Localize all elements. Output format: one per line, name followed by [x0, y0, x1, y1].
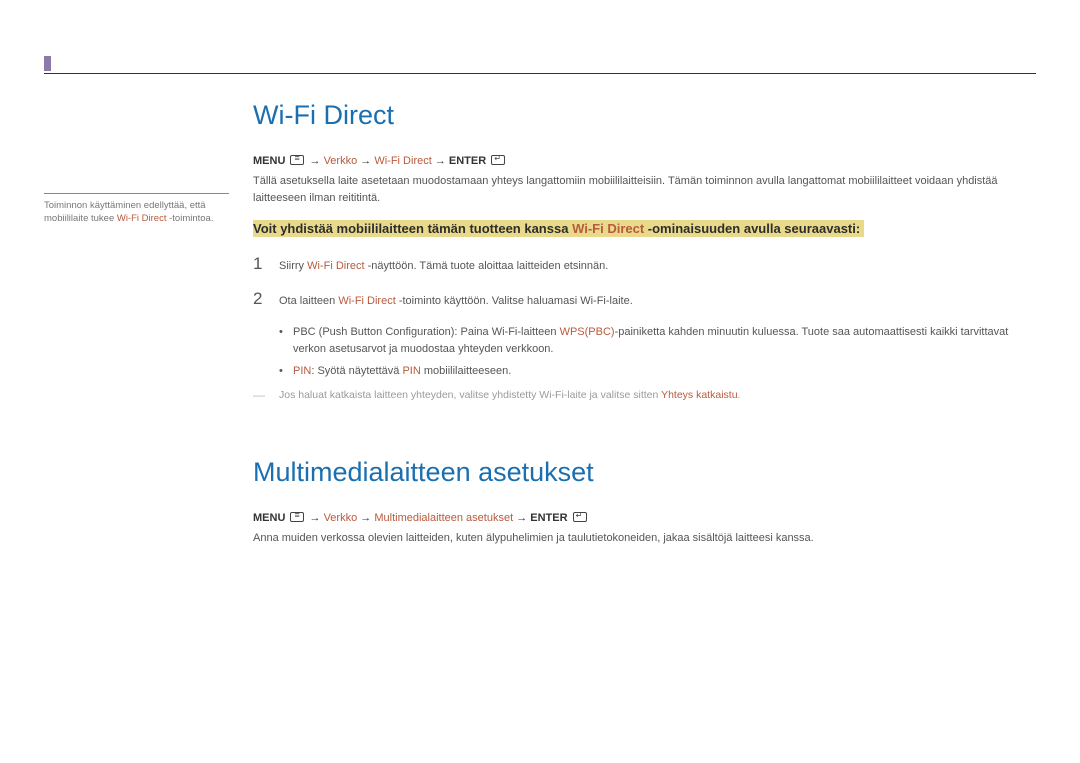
menu-path: MENU → Verkko → Wi-Fi Direct → ENTER: [253, 155, 1036, 167]
bullet-highlight: PIN: [293, 365, 311, 377]
footnote-body: Jos haluat katkaista laitteen yhteyden, …: [279, 388, 740, 404]
step-body: Siirry Wi-Fi Direct -näyttöön. Tämä tuot…: [279, 259, 608, 275]
footnote-highlight: Yhteys katkaistu: [661, 389, 737, 401]
path-segment: Verkko: [324, 512, 358, 524]
bullet-marker: •: [279, 363, 293, 380]
intro-paragraph: Anna muiden verkossa olevien laitteiden,…: [253, 530, 1036, 547]
step-item: 1 Siirry Wi-Fi Direct -näyttöön. Tämä tu…: [253, 254, 1036, 275]
section-multimedia-settings: Multimedialaitteen asetukset MENU → Verk…: [253, 457, 1036, 547]
sidebar-divider: [44, 193, 229, 194]
enter-icon: [491, 155, 505, 165]
bullet-text: : Syötä näytettävä: [311, 365, 402, 377]
step-number: 1: [253, 254, 279, 274]
menu-icon: [290, 155, 304, 165]
highlight-band: Voit yhdistää mobiililaitteen tämän tuot…: [253, 220, 864, 237]
top-divider: [44, 73, 1036, 74]
path-arrow: →: [360, 155, 374, 167]
path-menu-label: MENU: [253, 155, 285, 167]
path-arrow: →: [360, 512, 374, 524]
band-highlight: Wi-Fi Direct: [572, 221, 644, 236]
bullet-list: • PBC (Push Button Configuration): Paina…: [279, 324, 1036, 380]
sidebar-column: Toiminnon käyttäminen edellyttää, että m…: [44, 193, 229, 226]
bullet-text: mobiililaitteeseen.: [421, 365, 512, 377]
bullet-text: PBC (Push Button Configuration): Paina W…: [293, 326, 560, 338]
path-menu-label: MENU: [253, 512, 285, 524]
bullet-highlight: WPS(PBC): [560, 326, 615, 338]
footnote-text: Jos haluat katkaista laitteen yhteyden, …: [279, 389, 661, 401]
step-body: Ota laitteen Wi-Fi Direct -toiminto käyt…: [279, 294, 633, 310]
path-segment: Multimedialaitteen asetukset: [374, 512, 513, 524]
path-arrow: →: [435, 155, 449, 167]
main-column: Wi-Fi Direct MENU → Verkko → Wi-Fi Direc…: [253, 100, 1036, 561]
step-highlight: Wi-Fi Direct: [338, 295, 395, 307]
sidebar-note-suffix: -toimintoa.: [166, 213, 213, 224]
footnote-text: .: [738, 389, 741, 401]
band-text: Voit yhdistää mobiililaitteen tämän tuot…: [253, 221, 572, 236]
highlight-band-wrap: Voit yhdistää mobiililaitteen tämän tuot…: [253, 220, 1036, 238]
step-text: Ota laitteen: [279, 295, 338, 307]
section-title: Multimedialaitteen asetukset: [253, 457, 1036, 488]
sidebar-note-highlight: Wi-Fi Direct: [117, 213, 167, 224]
sidebar-note: Toiminnon käyttäminen edellyttää, että m…: [44, 199, 229, 226]
footnote-row: ― Jos haluat katkaista laitteen yhteyden…: [253, 388, 1036, 404]
path-segment: Verkko: [324, 155, 358, 167]
step-text: -toiminto käyttöön. Valitse haluamasi Wi…: [396, 295, 633, 307]
menu-icon: [290, 512, 304, 522]
step-highlight: Wi-Fi Direct: [307, 260, 364, 272]
bullet-body: PIN: Syötä näytettävä PIN mobiililaittee…: [293, 363, 511, 380]
step-text: Siirry: [279, 260, 307, 272]
band-text: -ominaisuuden avulla seuraavasti:: [644, 221, 860, 236]
path-arrow: →: [310, 512, 324, 524]
intro-paragraph: Tällä asetuksella laite asetetaan muodos…: [253, 173, 1036, 206]
path-arrow: →: [516, 512, 530, 524]
menu-path: MENU → Verkko → Multimedialaitteen asetu…: [253, 512, 1036, 524]
bullet-body: PBC (Push Button Configuration): Paina W…: [293, 324, 1036, 357]
step-text: -näyttöön. Tämä tuote aloittaa laitteide…: [365, 260, 609, 272]
step-list: 1 Siirry Wi-Fi Direct -näyttöön. Tämä tu…: [253, 254, 1036, 310]
bullet-marker: •: [279, 324, 293, 357]
bullet-highlight: PIN: [402, 365, 420, 377]
path-enter-label: ENTER: [530, 512, 567, 524]
path-arrow: →: [310, 155, 324, 167]
section-wifi-direct: Wi-Fi Direct MENU → Verkko → Wi-Fi Direc…: [253, 100, 1036, 403]
path-enter-label: ENTER: [449, 155, 486, 167]
section-title: Wi-Fi Direct: [253, 100, 1036, 131]
section-indicator: [44, 56, 51, 71]
step-item: 2 Ota laitteen Wi-Fi Direct -toiminto kä…: [253, 289, 1036, 310]
bullet-item: • PBC (Push Button Configuration): Paina…: [279, 324, 1036, 357]
bullet-item: • PIN: Syötä näytettävä PIN mobiililaitt…: [279, 363, 1036, 380]
step-number: 2: [253, 289, 279, 309]
enter-icon: [573, 512, 587, 522]
path-segment: Wi-Fi Direct: [374, 155, 431, 167]
footnote-marker: ―: [253, 388, 279, 404]
